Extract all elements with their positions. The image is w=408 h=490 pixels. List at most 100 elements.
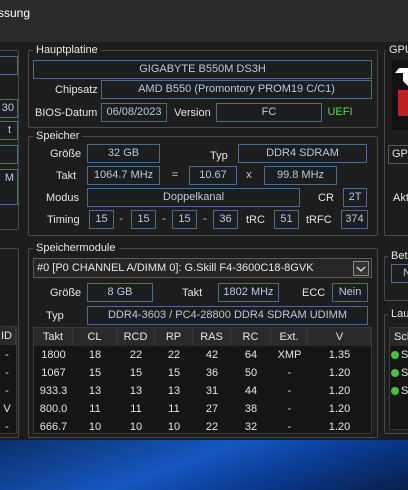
timing-cl-field: 15 (89, 210, 114, 229)
left-partial-cell: - (5, 349, 9, 361)
module-select-value: #0 [P0 CHANNEL A/DIMM 0]: G.Skill F4-360… (37, 262, 314, 274)
table-cell: 1.20 (328, 367, 351, 379)
timing-ras-field: 36 (213, 210, 238, 229)
table-cell: 64 (244, 349, 258, 361)
table-cell: 11 (168, 403, 180, 415)
table-cell: 18 (88, 349, 102, 361)
table-cell: 13 (129, 385, 143, 397)
lauf-item: S (401, 349, 408, 361)
table-cell: 11 (89, 403, 101, 415)
timing-label: Timing (47, 214, 80, 226)
betr-legend: Betr (388, 250, 408, 262)
column-header: Ext. (271, 328, 308, 346)
left-partial-field-3: t (0, 121, 18, 140)
lauf-header: Sch (390, 328, 408, 346)
left-partial-field-5: M (0, 169, 18, 205)
modules-legend: Speichermodule (33, 242, 119, 254)
memory-type-field: DDR4 SDRAM (238, 144, 367, 163)
bios-date-field: 06/08/2023 (101, 103, 167, 122)
chevron-down-icon[interactable] (353, 261, 369, 276)
table-cell: 22 (167, 349, 181, 361)
status-ok-icon (391, 387, 399, 395)
table-cell: 36 (205, 367, 219, 379)
table-cell: 1800 (41, 349, 66, 361)
memory-type-label: Typ (210, 150, 228, 162)
table-cell: 800.0 (39, 403, 68, 415)
lauf-item: S (401, 385, 408, 397)
module-type-label: Typ (46, 310, 64, 322)
left-partial-cell: V (3, 403, 11, 415)
version-label: Version (174, 107, 211, 119)
table-cell: 42 (205, 349, 219, 361)
gpu-select[interactable]: GPU (388, 145, 408, 164)
window-title: ssung (0, 6, 31, 20)
lauf-legend: Lauf (388, 308, 408, 320)
uefi-indicator: UEFI (327, 106, 353, 118)
module-clock-field: 1802 MHz (218, 283, 279, 302)
left-partial-field-1 (0, 56, 18, 75)
cr-label: CR (318, 192, 334, 204)
timing-dash: - (162, 213, 166, 225)
memory-clock-field: 1064.7 MHz (87, 166, 160, 185)
table-cell: 10 (88, 421, 102, 433)
memory-clock-label: Takt (56, 170, 77, 182)
trc-field: 51 (274, 210, 299, 229)
table-cell: 10 (129, 421, 143, 433)
table-cell: 1067 (41, 367, 66, 379)
table-cell: 32 (244, 421, 258, 433)
table-cell: 666.7 (39, 421, 68, 433)
left-partial-field-4 (0, 145, 18, 164)
timing-rcd-field: 15 (131, 210, 156, 229)
table-cell: 15 (88, 367, 102, 379)
table-cell: - (287, 421, 292, 433)
mainboard-model-field: GIGABYTE B550M DS3H (33, 60, 372, 79)
lauf-item: S (401, 367, 408, 379)
title-bar[interactable] (0, 0, 408, 42)
table-cell: 15 (129, 367, 143, 379)
trc-label: tRC (246, 214, 265, 226)
table-cell: - (287, 403, 292, 415)
column-header: RC (231, 328, 271, 346)
betr-field: N (391, 264, 408, 283)
module-select[interactable]: #0 [P0 CHANNEL A/DIMM 0]: G.Skill F4-360… (33, 258, 372, 278)
memory-mode-field: Doppelkanal (87, 188, 300, 207)
memory-legend: Speicher (33, 130, 83, 142)
left-partial-cell: - (5, 367, 9, 379)
status-ok-icon (391, 369, 399, 377)
chipset-label: Chipsatz (55, 84, 98, 96)
gpu-legend: GPU (386, 44, 408, 56)
timing-rp-field: 15 (172, 210, 197, 229)
left-partial-header: ID (0, 327, 16, 345)
table-cell: 1.20 (328, 403, 351, 415)
timing-dash: - (119, 213, 123, 225)
table-cell: 15 (167, 367, 181, 379)
module-size-label: Größe (50, 287, 82, 299)
bios-date-label: BIOS-Datum (35, 107, 98, 119)
mainboard-legend: Hauptplatine (33, 44, 101, 56)
base-clock-field: 99.8 MHz (264, 166, 337, 185)
table-cell: 38 (244, 403, 258, 415)
memory-mode-label: Modus (46, 192, 80, 204)
left-partial-field-2: 30 (0, 99, 18, 118)
table-cell: XMP (277, 349, 302, 361)
table-cell: - (287, 385, 292, 397)
table-cell: 11 (130, 403, 142, 415)
equals-sign: = (171, 169, 179, 181)
table-cell: 1.20 (328, 385, 351, 397)
module-clock-label: Takt (182, 287, 203, 299)
trfc-label: tRFC (306, 214, 332, 226)
akt-label: Akt (393, 192, 408, 204)
table-cell: 50 (244, 367, 258, 379)
table-cell: 1.20 (328, 421, 351, 433)
column-header: V (308, 328, 371, 346)
table-cell: 1.35 (328, 349, 351, 361)
table-cell: 31 (205, 385, 219, 397)
bios-version-field: FC (216, 103, 322, 122)
ecc-field: Nein (332, 283, 368, 302)
module-type-field: DDR4-3603 / PC4-28800 DDR4 SDRAM UDIMM (87, 306, 368, 325)
left-partial-cell: - (5, 421, 9, 433)
module-size-field: 8 GB (87, 283, 153, 302)
column-header: RAS (193, 328, 231, 346)
table-cell: 10 (167, 421, 181, 433)
times-sign: x (246, 169, 252, 181)
